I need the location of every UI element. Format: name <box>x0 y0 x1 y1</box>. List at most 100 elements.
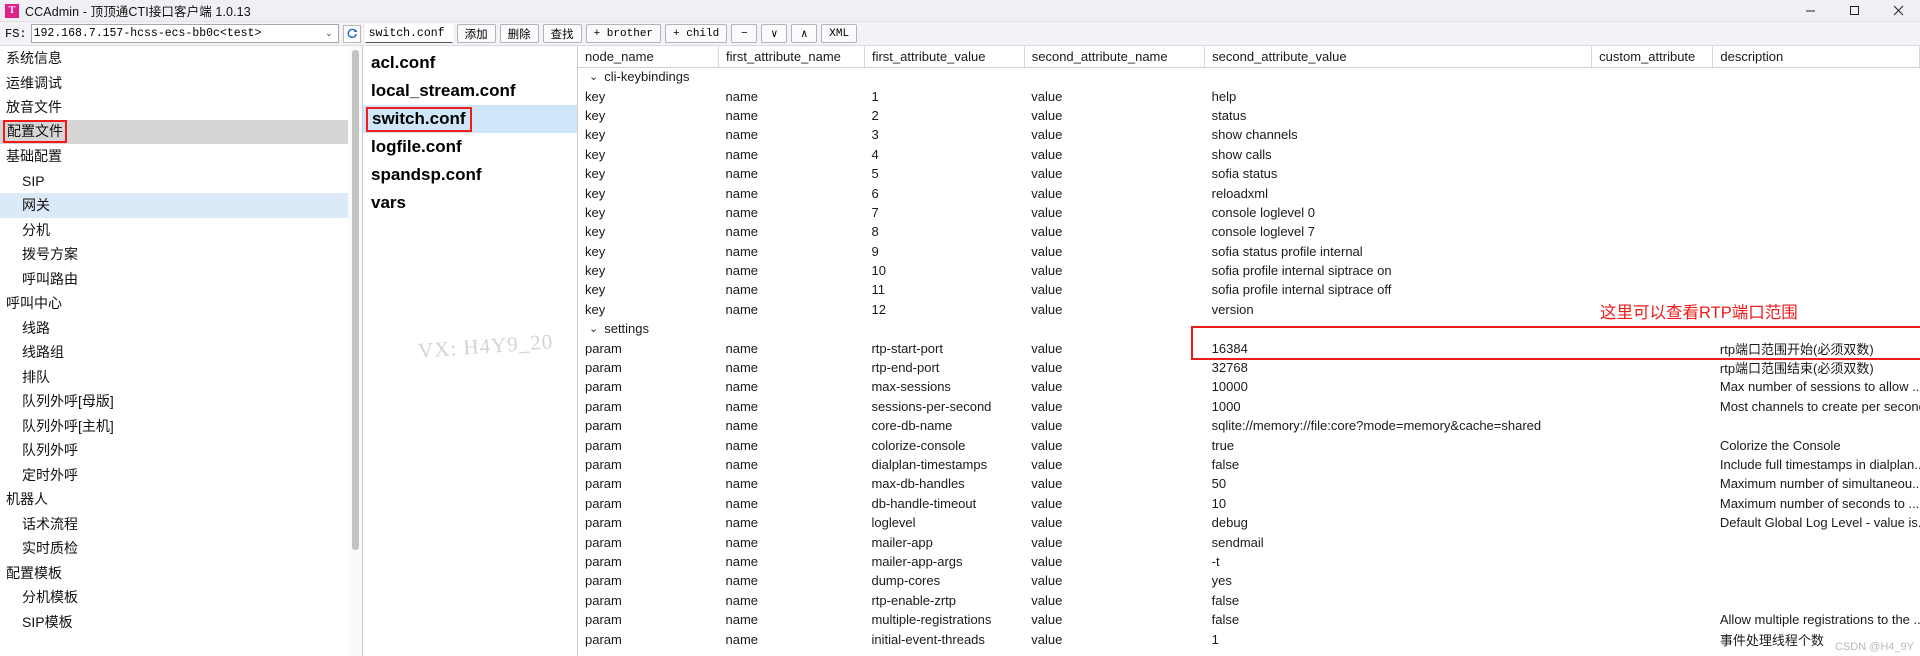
table-group-row[interactable]: ⌄ settings <box>578 319 1920 338</box>
table-row[interactable]: param name db-handle-timeout value 10 Maximum… <box>578 494 1920 513</box>
column-header-description[interactable]: description <box>1712 46 1920 68</box>
table-row[interactable]: param name sessions-per-second value 1000 Mos… <box>578 397 1920 416</box>
table-group-row[interactable]: ⌄ cli-keybindings <box>578 67 1920 86</box>
table-row[interactable]: param name initial-event-threads value 1 事件处理… <box>578 629 1920 648</box>
cell-description <box>1713 145 1920 164</box>
cell-node_name: key <box>585 301 606 317</box>
table-row[interactable]: key name 11 value sofia profile internal sip… <box>578 280 1920 299</box>
table-row[interactable]: key name 5 value sofia status <box>578 164 1920 183</box>
table-row[interactable]: param name colorize-console value true Colori… <box>578 435 1920 454</box>
minimize-button[interactable] <box>1788 0 1832 22</box>
table-row[interactable]: param name dump-cores value yes <box>578 571 1920 590</box>
table-row[interactable]: param name mailer-app value sendmail <box>578 532 1920 551</box>
table-row[interactable]: key name 12 value version <box>578 300 1920 319</box>
cell-custom_attribute <box>1592 222 1713 241</box>
cell-description <box>1713 261 1920 280</box>
table-row[interactable]: param name dialplan-timestamps value false In… <box>578 455 1920 474</box>
sidebar-item-8[interactable]: 拨号方案 <box>0 242 362 267</box>
sidebar-item-12[interactable]: 线路组 <box>0 340 362 365</box>
sidebar-item-22[interactable]: 分机模板 <box>0 585 362 610</box>
table-row[interactable]: key name 8 value console loglevel 7 <box>578 222 1920 241</box>
sidebar-item-11[interactable]: 线路 <box>0 316 362 341</box>
find-button[interactable]: 查找 <box>542 24 582 43</box>
cell-description <box>1713 416 1920 435</box>
table-row[interactable]: param name rtp-end-port value 32768 rtp端口范围结束… <box>578 358 1920 377</box>
sidebar-item-20[interactable]: 实时质检 <box>0 536 362 561</box>
table-row[interactable]: key name 3 value show channels <box>578 125 1920 144</box>
remove-node-button[interactable]: − <box>731 24 758 43</box>
sidebar-item-1[interactable]: 运维调试 <box>0 71 362 96</box>
sidebar-item-13[interactable]: 排队 <box>0 365 362 390</box>
table-row[interactable]: param name loglevel value debug Default Globa… <box>578 513 1920 532</box>
sidebar-item-9[interactable]: 呼叫路由 <box>0 267 362 292</box>
table-row[interactable]: param name max-sessions value 10000 Max numbe… <box>578 377 1920 396</box>
cell-node_name: param <box>585 573 622 589</box>
sidebar-item-6[interactable]: 网关 <box>0 193 362 218</box>
table-row[interactable]: param name rtp-start-port value 16384 rtp端口范围… <box>578 338 1920 357</box>
table-header-row: node_name first_attribute_name first_attri… <box>578 46 1920 68</box>
sidebar-item-14[interactable]: 队列外呼[母版] <box>0 389 362 414</box>
chevron-down-icon[interactable]: ⌄ <box>589 70 598 83</box>
sidebar-item-15[interactable]: 队列外呼[主机] <box>0 414 362 439</box>
table-row[interactable]: param name multiple-registrations value fals… <box>578 610 1920 629</box>
fs-label: FS: <box>5 26 27 41</box>
move-up-button[interactable]: ∧ <box>791 24 818 43</box>
table-row[interactable]: key name 9 value sofia status profile intern… <box>578 242 1920 261</box>
sidebar-item-label: 分机模板 <box>22 589 78 606</box>
table-row[interactable]: param name rtp-enable-zrtp value false <box>578 591 1920 610</box>
close-button[interactable] <box>1876 0 1920 22</box>
file-item-3[interactable]: logfile.conf <box>363 133 577 161</box>
table-row[interactable]: key name 1 value help <box>578 86 1920 105</box>
sidebar-item-17[interactable]: 定时外呼 <box>0 463 362 488</box>
column-header-first_attribute_name[interactable]: first_attribute_name <box>718 46 865 68</box>
column-header-first_attribute_value[interactable]: first_attribute_value <box>864 46 1025 68</box>
table-row[interactable]: key name 7 value console loglevel 0 <box>578 203 1920 222</box>
move-down-button[interactable]: ∨ <box>761 24 788 43</box>
delete-button[interactable]: 删除 <box>499 24 539 43</box>
maximize-button[interactable] <box>1832 0 1876 22</box>
file-item-0[interactable]: acl.conf <box>363 49 577 77</box>
file-item-2[interactable]: switch.conf <box>363 105 577 133</box>
chevron-down-icon[interactable]: ⌄ <box>589 322 598 335</box>
sidebar-item-21[interactable]: 配置模板 <box>0 561 362 586</box>
sidebar-scrollbar-track[interactable] <box>348 46 362 656</box>
sidebar-item-4[interactable]: 基础配置 <box>0 144 362 169</box>
refresh-button[interactable] <box>342 24 361 43</box>
file-item-1[interactable]: local_stream.conf <box>363 77 577 105</box>
file-item-4[interactable]: spandsp.conf <box>363 161 577 189</box>
sidebar-item-16[interactable]: 队列外呼 <box>0 438 362 463</box>
node-table: node_name first_attribute_name first_attri… <box>578 46 1920 649</box>
sidebar-item-18[interactable]: 机器人 <box>0 487 362 512</box>
sidebar-item-3[interactable]: 配置文件 <box>0 119 362 144</box>
add-button[interactable]: 添加 <box>456 24 496 43</box>
sidebar-item-10[interactable]: 呼叫中心 <box>0 291 362 316</box>
sidebar-item-5[interactable]: SIP <box>0 169 362 194</box>
file-item-5[interactable]: vars <box>363 189 577 217</box>
sidebar-item-7[interactable]: 分机 <box>0 218 362 243</box>
fs-server-combobox[interactable]: 192.168.7.157-hcss-ecs-bb0c<test> ⌄ <box>30 24 339 43</box>
table-row[interactable]: param name core-db-name value sqlite://memor… <box>578 416 1920 435</box>
column-header-custom_attribute[interactable]: custom_attribute <box>1591 46 1714 68</box>
cell-custom_attribute <box>1592 610 1713 629</box>
column-header-second_attribute_value[interactable]: second_attribute_value <box>1204 46 1593 68</box>
sidebar-item-23[interactable]: SIP模板 <box>0 610 362 635</box>
sidebar-item-0[interactable]: 系统信息 <box>0 46 362 71</box>
sidebar-item-2[interactable]: 放音文件 <box>0 95 362 120</box>
sidebar-scrollbar-thumb[interactable] <box>352 50 359 550</box>
cell-node_name: key <box>585 263 606 279</box>
cell-second_attribute_name: value <box>1031 360 1063 376</box>
table-row[interactable]: key name 2 value status <box>578 106 1920 125</box>
add-child-button[interactable]: + child <box>665 24 728 43</box>
table-row[interactable]: param name max-db-handles value 50 Maximum nu… <box>578 474 1920 493</box>
table-row[interactable]: key name 6 value reloadxml <box>578 183 1920 202</box>
column-header-second_attribute_name[interactable]: second_attribute_name <box>1024 46 1206 68</box>
xml-view-button[interactable]: XML <box>821 24 858 43</box>
sidebar-item-19[interactable]: 话术流程 <box>0 512 362 537</box>
column-header-node_name[interactable]: node_name <box>578 46 719 68</box>
table-row[interactable]: param name mailer-app-args value -t <box>578 552 1920 571</box>
cell-description <box>1713 532 1920 551</box>
file-name-input[interactable]: switch.conf <box>364 24 453 43</box>
table-row[interactable]: key name 10 value sofia profile internal sip… <box>578 261 1920 280</box>
add-brother-button[interactable]: + brother <box>585 24 662 43</box>
table-row[interactable]: key name 4 value show calls <box>578 145 1920 164</box>
